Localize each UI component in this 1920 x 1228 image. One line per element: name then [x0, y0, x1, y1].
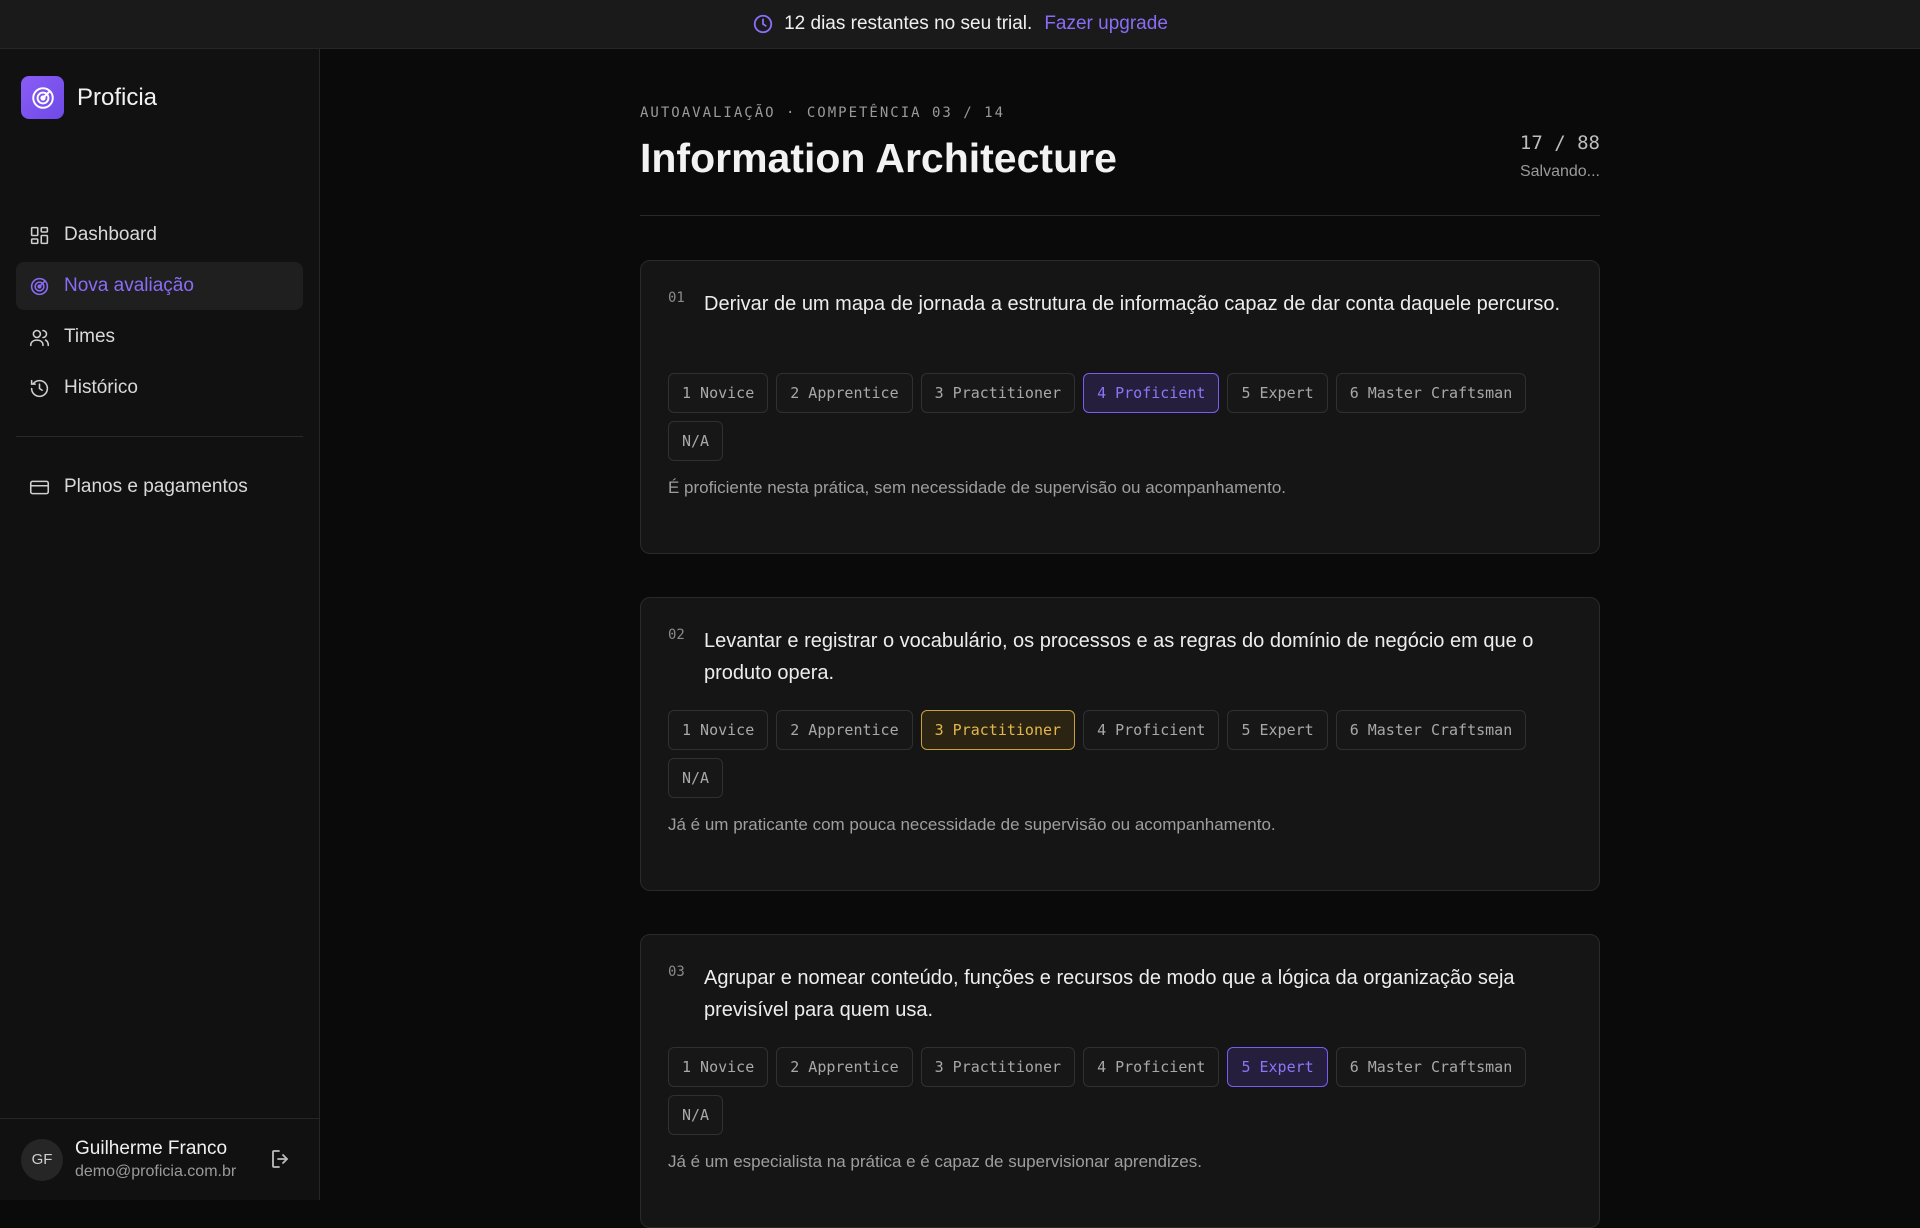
trial-banner: 12 dias restantes no seu trial. Fazer up… — [0, 0, 1920, 49]
level-description: É proficiente nesta prática, sem necessi… — [668, 478, 1287, 497]
question-text: Agrupar e nomear conteúdo, funções e rec… — [704, 967, 1515, 1021]
credit-card-icon — [29, 477, 50, 498]
avatar[interactable]: GF — [21, 1138, 63, 1181]
level-options: 1 Novice 2 Apprentice 3 Practitioner 4 P… — [668, 710, 1578, 798]
level-option-practitioner[interactable]: 3 Practitioner — [920, 373, 1076, 413]
level-option-novice[interactable]: 1 Novice — [668, 1047, 769, 1087]
question-text: Derivar de um mapa de jornada a estrutur… — [704, 293, 1561, 315]
sidebar-item-times[interactable]: Times — [16, 313, 303, 361]
level-option-practitioner[interactable]: 3 Practitioner — [920, 710, 1076, 750]
level-option-apprentice[interactable]: 2 Apprentice — [776, 710, 913, 750]
level-option-master-craftsman[interactable]: 6 Master Craftsman — [1335, 710, 1527, 750]
breadcrumb: AUTOAVALIAÇÃO · COMPETÊNCIA 03 / 14 — [640, 105, 1006, 121]
page-title: Information Architecture — [640, 135, 1117, 181]
level-options: 1 Novice 2 Apprentice 3 Practitioner 4 P… — [668, 373, 1578, 461]
brand[interactable]: Proficia — [21, 76, 157, 119]
question-card: 03 Agrupar e nomear conteúdo, funções e … — [640, 934, 1600, 1228]
sidebar-item-planos[interactable]: Planos e pagamentos — [16, 463, 303, 511]
sidebar-item-label: Nova avaliação — [64, 275, 194, 296]
user-name: Guilherme Franco — [75, 1138, 228, 1159]
level-option-novice[interactable]: 1 Novice — [668, 373, 769, 413]
brand-name: Proficia — [77, 83, 158, 111]
level-option-proficient[interactable]: 4 Proficient — [1083, 1047, 1220, 1087]
level-option-apprentice[interactable]: 2 Apprentice — [776, 373, 913, 413]
level-option-master-craftsman[interactable]: 6 Master Craftsman — [1335, 1047, 1527, 1087]
logo-target-icon — [21, 76, 64, 119]
question-number: 02 — [668, 627, 685, 643]
sidebar-item-nova-avaliacao[interactable]: Nova avaliação — [16, 262, 303, 310]
level-option-expert[interactable]: 5 Expert — [1227, 710, 1328, 750]
sidebar-item-historico[interactable]: Histórico — [16, 364, 303, 412]
level-option-expert[interactable]: 5 Expert — [1227, 373, 1328, 413]
level-option-na[interactable]: N/A — [668, 1095, 724, 1135]
level-option-expert[interactable]: 5 Expert — [1227, 1047, 1328, 1087]
level-description: Já é um especialista na prática e é capa… — [668, 1152, 1202, 1171]
question-text: Levantar e registrar o vocabulário, os p… — [704, 630, 1534, 684]
sidebar-nav: Dashboard Nova avaliação Times Histórico — [16, 211, 303, 514]
level-option-proficient[interactable]: 4 Proficient — [1083, 373, 1220, 413]
level-option-practitioner[interactable]: 3 Practitioner — [920, 1047, 1076, 1087]
clock-icon — [752, 13, 774, 35]
level-option-apprentice[interactable]: 2 Apprentice — [776, 1047, 913, 1087]
level-description: Já é um praticante com pouca necessidade… — [668, 815, 1276, 834]
sidebar: Proficia Dashboard Nova avaliação Times … — [0, 49, 320, 1200]
user-panel: GF Guilherme Franco demo@proficia.com.br — [0, 1118, 320, 1200]
logout-icon[interactable] — [269, 1147, 293, 1171]
sidebar-item-label: Histórico — [64, 377, 138, 398]
question-card: 01 Derivar de um mapa de jornada a estru… — [640, 260, 1600, 554]
level-options: 1 Novice 2 Apprentice 3 Practitioner 4 P… — [668, 1047, 1578, 1135]
question-number: 03 — [668, 964, 685, 980]
sidebar-item-label: Dashboard — [64, 224, 157, 245]
users-icon — [29, 327, 50, 348]
trial-message: 12 dias restantes no seu trial. — [784, 13, 1033, 34]
progress-counter: 17 / 88 — [1519, 132, 1600, 154]
question-number: 01 — [668, 290, 685, 306]
level-option-na[interactable]: N/A — [668, 758, 724, 798]
grid-icon — [29, 225, 50, 246]
history-icon — [29, 378, 50, 399]
save-status: Salvando... — [1519, 163, 1600, 180]
sidebar-item-label: Times — [64, 326, 116, 347]
level-option-novice[interactable]: 1 Novice — [668, 710, 769, 750]
level-option-proficient[interactable]: 4 Proficient — [1083, 710, 1220, 750]
question-card: 02 Levantar e registrar o vocabulário, o… — [640, 597, 1600, 891]
target-icon — [29, 276, 50, 297]
user-email: demo@proficia.com.br — [75, 1163, 237, 1180]
level-option-na[interactable]: N/A — [668, 421, 724, 461]
nav-divider — [16, 436, 303, 437]
upgrade-link[interactable]: Fazer upgrade — [1044, 13, 1168, 35]
header-divider — [640, 215, 1600, 216]
sidebar-item-label: Planos e pagamentos — [64, 476, 248, 497]
sidebar-item-dashboard[interactable]: Dashboard — [16, 211, 303, 259]
level-option-master-craftsman[interactable]: 6 Master Craftsman — [1335, 373, 1527, 413]
